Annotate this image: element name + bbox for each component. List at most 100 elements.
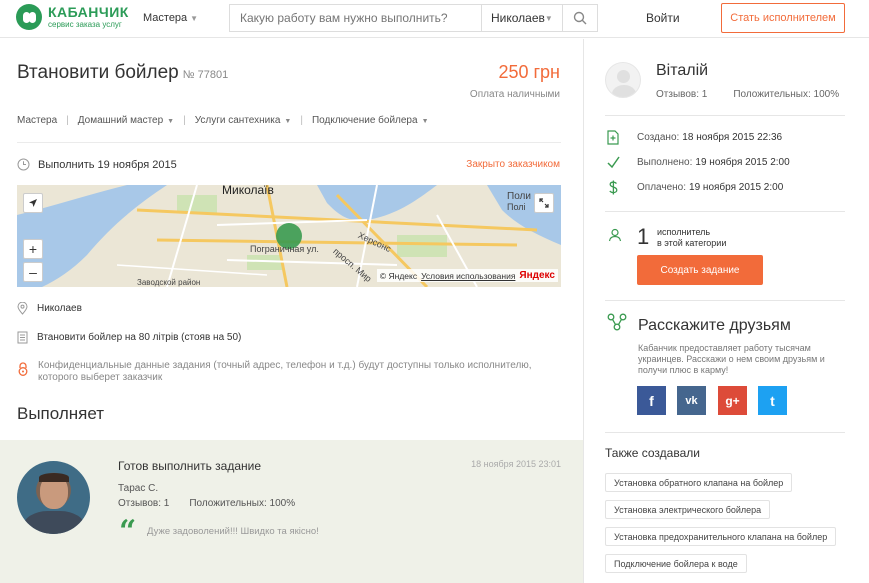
dollar-icon <box>609 180 618 195</box>
related-task-tag[interactable]: Установка обратного клапана на бойлер <box>605 473 793 492</box>
performer-name[interactable]: Тарас С. <box>118 483 158 494</box>
divider <box>605 115 845 116</box>
column-divider <box>583 39 584 583</box>
confidential-note-text: Конфиденциальные данные задания (точный … <box>38 360 532 383</box>
performers-count-label: исполнитель в этой категории <box>657 227 726 249</box>
execute-date: Выполнить 19 ноября 2015 <box>17 158 177 171</box>
breadcrumb: Мастера | Домашний мастер ▼ | Услуги сант… <box>17 115 429 126</box>
document-plus-icon <box>607 130 619 145</box>
breadcrumb-item-home-master[interactable]: Домашний мастер ▼ <box>78 115 174 126</box>
user-icon <box>608 228 622 242</box>
yandex-logo: Яндекс <box>519 270 555 281</box>
city-select-value: Николаев <box>491 11 545 25</box>
top-header: КАБАНЧИК сервис заказа услуг Мастера▼ Ни… <box>0 0 869 38</box>
task-title: Втановити бойлер № 77801 <box>17 62 228 84</box>
performer-avatar[interactable] <box>17 461 90 534</box>
logo-pig-icon <box>16 4 42 30</box>
chevron-down-icon: ▼ <box>284 118 292 125</box>
map-district-label: Заводской район <box>137 278 201 287</box>
timeline-created: Создано: 18 ноября 2015 22:36 <box>607 130 782 145</box>
payment-method: Оплата наличными <box>469 89 560 100</box>
map-street-label: Пограничная ул. <box>250 244 319 254</box>
related-task-tag[interactable]: Установка предохранительного клапана на … <box>605 527 837 546</box>
map-city-label: Миколаїв <box>222 185 274 197</box>
login-link[interactable]: Войти <box>646 11 680 25</box>
performers-count-line2: в этой категории <box>657 238 727 248</box>
expand-icon <box>539 198 549 208</box>
performer-card: Готов выполнить задание 18 ноября 2015 2… <box>0 440 583 583</box>
task-description: Втановити бойлер на 80 літрів (стояв на … <box>17 331 241 344</box>
task-title-text: Втановити бойлер <box>17 62 179 83</box>
performer-offer-title: Готов выполнить задание <box>118 459 262 473</box>
timeline-paid-value: 19 ноября 2015 2:00 <box>689 182 784 193</box>
breadcrumb-item-masters[interactable]: Мастера <box>17 115 57 126</box>
performer-reviews: Отзывов: 1 <box>118 498 170 509</box>
confidential-note: Конфиденциальные данные задания (точный … <box>17 360 561 384</box>
share-heading: Расскажите друзьям <box>638 317 791 334</box>
chevron-down-icon: ▼ <box>190 14 199 23</box>
timeline-paid-label: Оплачено: <box>637 182 687 193</box>
google-plus-share-button[interactable]: g+ <box>718 386 747 415</box>
masters-menu-label: Мастера <box>143 12 188 24</box>
performer-heading: Выполняет <box>17 404 105 423</box>
navigation-arrow-icon <box>29 199 37 207</box>
logo-tagline: сервис заказа услуг <box>48 20 122 29</box>
document-icon <box>17 331 28 344</box>
zoom-out-button[interactable]: – <box>23 262 43 282</box>
timeline-created-label: Создано: <box>637 132 680 143</box>
execute-date-text: Выполнить 19 ноября 2015 <box>38 158 177 171</box>
facebook-share-button[interactable]: f <box>637 386 666 415</box>
location-map[interactable]: + – Миколаїв Пограничная ул. Херсонс про… <box>17 185 561 287</box>
customer-reviews: Отзывов: 1 <box>656 89 708 100</box>
customer-positive: Положительных: 100% <box>733 89 840 100</box>
vk-share-button[interactable]: vk <box>677 386 706 415</box>
customer-avatar[interactable] <box>605 62 641 98</box>
lock-icon <box>18 362 28 376</box>
zoom-in-button[interactable]: + <box>23 239 43 259</box>
breadcrumb-item-boiler[interactable]: Подключение бойлера ▼ <box>312 115 429 126</box>
timeline-done: Выполнено: 19 ноября 2015 2:00 <box>607 155 790 170</box>
performers-count: 1 <box>637 224 650 249</box>
task-number: № 77801 <box>182 69 229 81</box>
search-icon <box>573 11 587 25</box>
city-select[interactable]: Николаев ▼ <box>482 5 563 31</box>
divider <box>605 432 845 433</box>
clock-icon <box>17 158 30 171</box>
masters-menu[interactable]: Мастера ▼ <box>143 12 198 24</box>
customer-name[interactable]: Віталій <box>656 62 708 80</box>
become-performer-button[interactable]: Стать исполнителем <box>721 3 845 33</box>
fullscreen-button[interactable] <box>534 193 554 213</box>
map-pin-icon <box>17 302 28 315</box>
performer-positive: Положительных: 100% <box>189 498 296 509</box>
performer-review-text: Дуже задоволений!!! Швидко та якісно! <box>147 526 319 537</box>
chevron-down-icon: ▼ <box>421 118 429 125</box>
map-corner-label-2: Полі <box>507 202 526 212</box>
geolocate-button[interactable] <box>23 193 43 213</box>
search-bar: Николаев ▼ <box>229 4 598 32</box>
map-terms-link[interactable]: Условия использования <box>421 271 515 281</box>
twitter-share-button[interactable]: t <box>758 386 787 415</box>
create-task-button[interactable]: Создать задание <box>637 255 763 285</box>
performer-offer-date: 18 ноября 2015 23:01 <box>471 459 561 469</box>
timeline-done-label: Выполнено: <box>637 157 693 168</box>
task-price: 250 грн <box>498 62 560 82</box>
task-location: Николаев <box>17 302 82 315</box>
share-text: Кабанчик предоставляет работу тысячам ук… <box>638 343 825 375</box>
logo[interactable]: КАБАНЧИК сервис заказа услуг <box>16 4 129 30</box>
logo-name: КАБАНЧИК <box>48 4 129 20</box>
search-input[interactable] <box>230 5 482 31</box>
related-task-tag[interactable]: Установка электрического бойлера <box>605 500 771 519</box>
map-corner-label: Поли <box>507 191 531 202</box>
map-attribution: © Яндекс Условия использования Яндекс <box>376 269 558 282</box>
timeline-done-value: 19 ноября 2015 2:00 <box>695 157 790 168</box>
also-created-heading: Также создавали <box>605 446 700 460</box>
divider <box>605 300 845 301</box>
breadcrumb-item-plumber[interactable]: Услуги сантехника ▼ <box>195 115 292 126</box>
divider <box>605 211 845 212</box>
share-icon <box>607 313 627 331</box>
quote-icon: “ <box>119 514 137 549</box>
task-location-text: Николаев <box>37 303 82 314</box>
search-button[interactable] <box>563 5 597 31</box>
timeline-paid: Оплачено: 19 ноября 2015 2:00 <box>607 180 783 195</box>
related-task-tag[interactable]: Подключение бойлера к воде <box>605 554 747 573</box>
